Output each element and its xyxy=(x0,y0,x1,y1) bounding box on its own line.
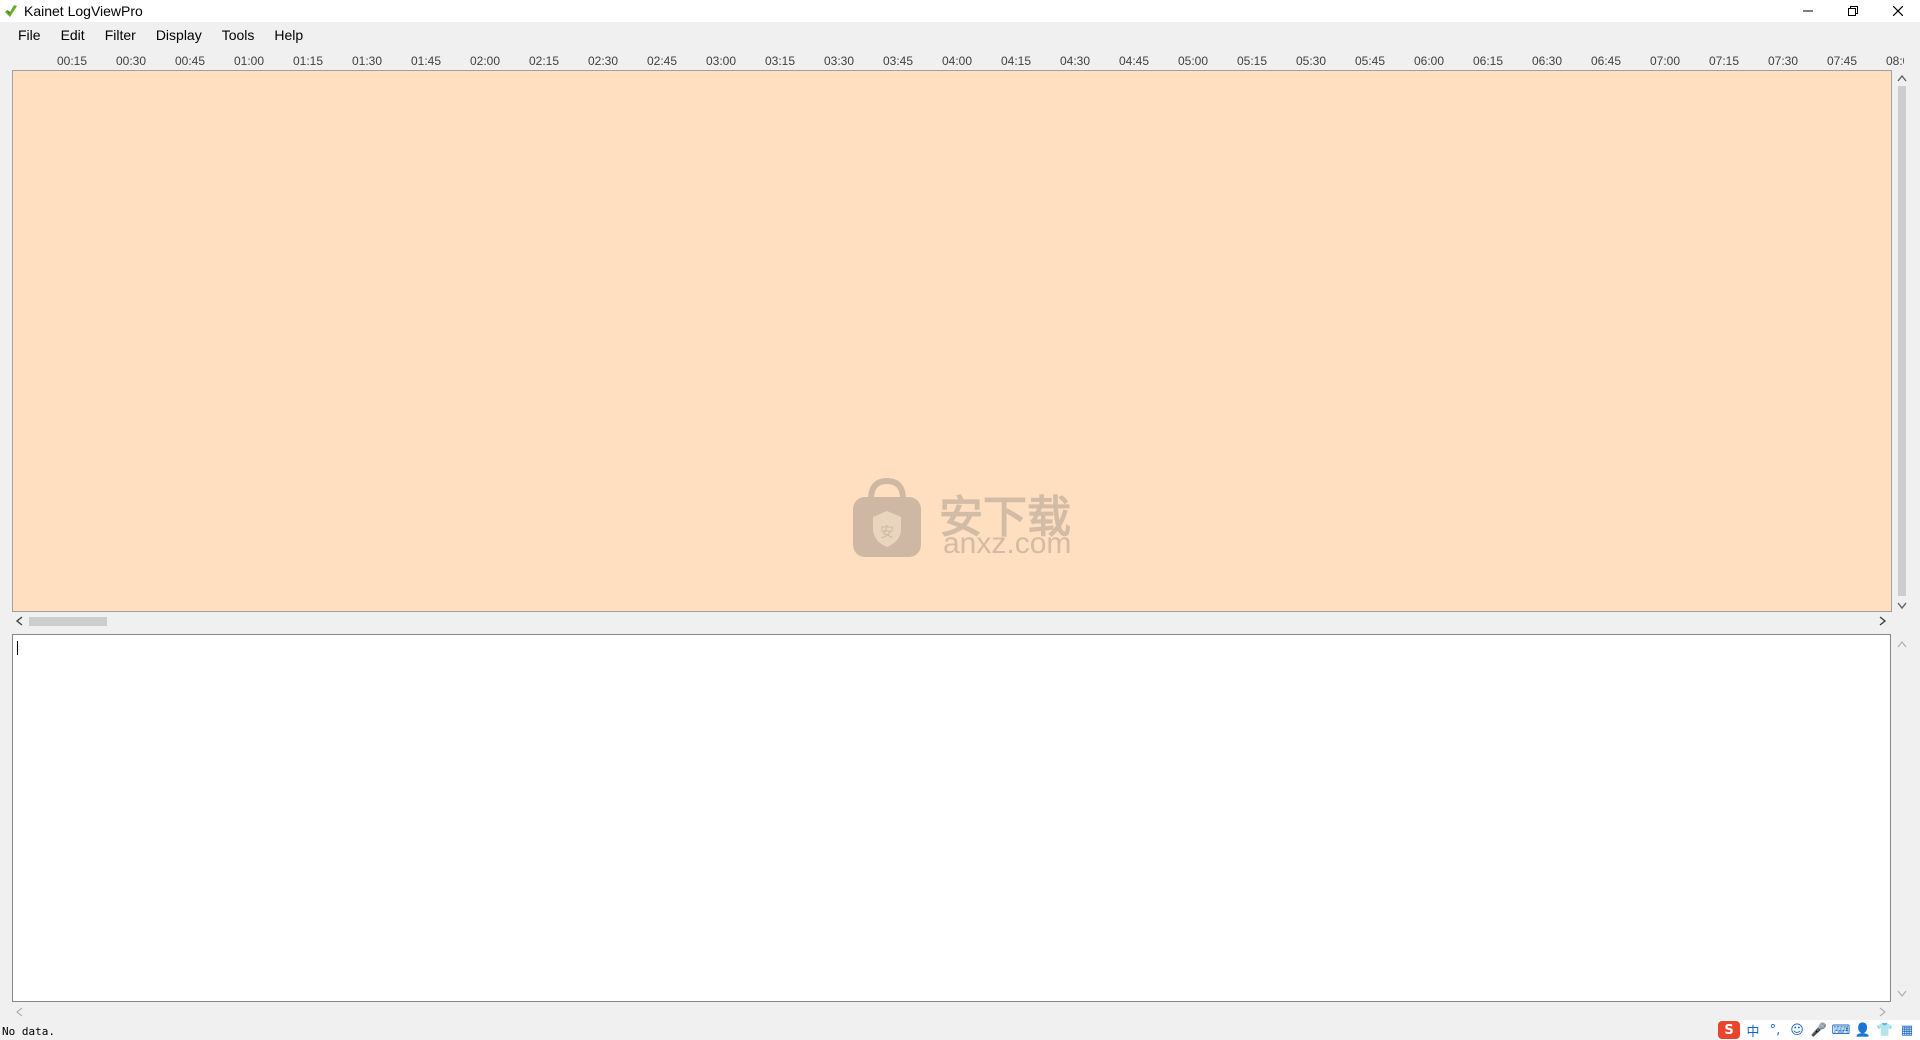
keyboard-icon[interactable]: ⌨ xyxy=(1832,1021,1851,1039)
menu-display[interactable]: Display xyxy=(146,24,212,46)
time-tick: 00:15 xyxy=(57,54,88,68)
time-tick: 04:30 xyxy=(1060,54,1091,68)
text-caret xyxy=(17,641,18,655)
emoji-icon[interactable]: ☺ xyxy=(1788,1021,1806,1039)
punctuation-icon[interactable]: °, xyxy=(1766,1021,1784,1039)
menu-filter[interactable]: Filter xyxy=(95,24,146,46)
minimize-button[interactable] xyxy=(1785,0,1830,22)
time-tick: 03:00 xyxy=(706,54,737,68)
watermark-text: anxz.com xyxy=(943,527,1072,560)
app-logo-icon xyxy=(3,3,19,19)
time-tick: 04:45 xyxy=(1119,54,1150,68)
time-tick: 04:15 xyxy=(1001,54,1032,68)
menu-edit[interactable]: Edit xyxy=(51,24,95,46)
time-tick: 02:00 xyxy=(470,54,501,68)
log-scroll-up-icon[interactable] xyxy=(1897,638,1907,650)
time-tick: 01:15 xyxy=(293,54,324,68)
time-tick: 05:30 xyxy=(1296,54,1327,68)
svg-text:安: 安 xyxy=(880,525,894,541)
menu-file[interactable]: File xyxy=(8,24,51,46)
user-icon[interactable]: 👤 xyxy=(1854,1021,1872,1039)
scroll-up-icon[interactable] xyxy=(1897,72,1907,84)
time-tick: 08:0 xyxy=(1886,54,1904,68)
time-tick: 00:30 xyxy=(116,54,147,68)
log-scroll-right-icon[interactable] xyxy=(1879,1007,1887,1019)
ime-toolbar: S 中 °, ☺ 🎤 ⌨ 👤 👕 ▦ xyxy=(1718,1020,1920,1040)
time-tick: 00:45 xyxy=(175,54,206,68)
bag-icon: 安 xyxy=(853,477,921,557)
menu-help[interactable]: Help xyxy=(264,24,313,46)
window-title: Kainet LogViewPro xyxy=(24,3,143,19)
time-tick: 02:15 xyxy=(529,54,560,68)
time-tick: 06:30 xyxy=(1532,54,1563,68)
time-tick: 01:45 xyxy=(411,54,442,68)
time-tick: 01:30 xyxy=(352,54,383,68)
time-tick: 06:00 xyxy=(1414,54,1445,68)
ime-chinese-icon[interactable]: 中 xyxy=(1744,1021,1762,1040)
time-tick: 07:30 xyxy=(1768,54,1799,68)
time-tick: 03:45 xyxy=(883,54,914,68)
time-tick: 05:45 xyxy=(1355,54,1386,68)
watermark: 安 安下载 anxz.com xyxy=(851,477,1076,567)
scroll-right-icon[interactable] xyxy=(1879,616,1887,628)
timeline-horizontal-scrollbar[interactable] xyxy=(12,613,1892,630)
grid-icon[interactable]: ▦ xyxy=(1898,1021,1916,1039)
scroll-left-icon[interactable] xyxy=(15,616,23,628)
shirt-icon[interactable]: 👕 xyxy=(1876,1021,1894,1039)
microphone-icon[interactable]: 🎤 xyxy=(1810,1021,1828,1039)
log-vertical-scrollbar[interactable] xyxy=(1894,634,1911,1002)
time-tick: 07:00 xyxy=(1650,54,1681,68)
menu-tools[interactable]: Tools xyxy=(212,24,265,46)
time-tick: 01:00 xyxy=(234,54,265,68)
time-tick: 04:00 xyxy=(942,54,973,68)
menu-bar: File Edit Filter Display Tools Help xyxy=(0,24,313,46)
time-tick: 03:15 xyxy=(765,54,796,68)
log-scroll-down-icon[interactable] xyxy=(1897,988,1907,1000)
timeline-vertical-scrollbar[interactable] xyxy=(1894,70,1911,612)
timeline-panel[interactable]: 安 安下载 anxz.com xyxy=(12,70,1892,612)
time-tick: 05:00 xyxy=(1178,54,1209,68)
horizontal-scroll-thumb[interactable] xyxy=(29,617,107,626)
time-ruler: 00:15 00:30 00:45 01:00 01:15 01:30 01:45 02:00… xyxy=(12,50,1904,70)
restore-button[interactable] xyxy=(1830,0,1875,22)
time-tick: 07:15 xyxy=(1709,54,1740,68)
log-text-area[interactable] xyxy=(12,634,1891,1002)
status-text: No data. xyxy=(2,1025,55,1038)
time-tick: 03:30 xyxy=(824,54,855,68)
log-scroll-left-icon[interactable] xyxy=(15,1007,23,1019)
vertical-scroll-thumb[interactable] xyxy=(1898,86,1906,596)
scroll-down-icon[interactable] xyxy=(1897,600,1907,612)
status-bar: No data. S 中 °, ☺ 🎤 ⌨ 👤 👕 ▦ xyxy=(0,1020,1920,1040)
log-horizontal-scrollbar[interactable] xyxy=(12,1003,1892,1020)
close-button[interactable] xyxy=(1875,0,1920,22)
time-tick: 06:15 xyxy=(1473,54,1504,68)
title-bar: Kainet LogViewPro xyxy=(0,0,1920,22)
time-tick: 07:45 xyxy=(1827,54,1858,68)
ime-logo-icon[interactable]: S xyxy=(1718,1021,1740,1039)
time-tick: 02:45 xyxy=(647,54,678,68)
time-tick: 02:30 xyxy=(588,54,619,68)
time-tick: 05:15 xyxy=(1237,54,1268,68)
time-tick: 06:45 xyxy=(1591,54,1622,68)
